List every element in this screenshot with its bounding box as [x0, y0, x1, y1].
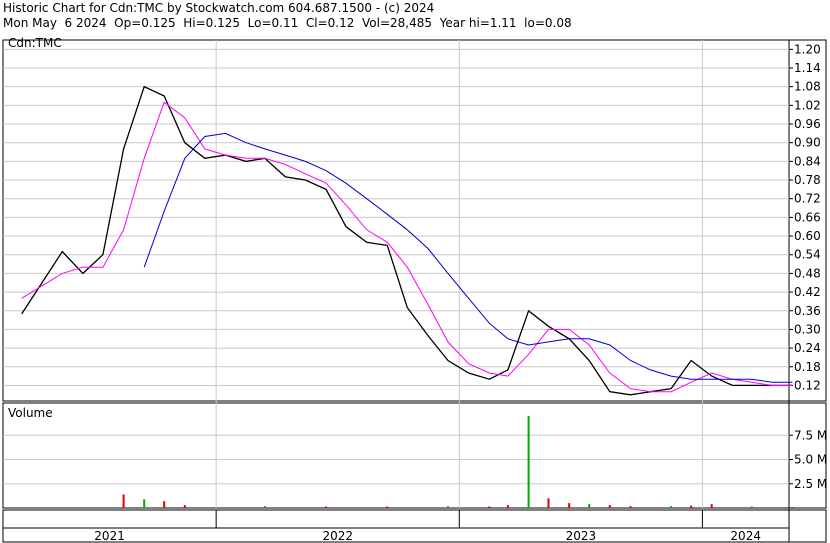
price-tick-label: 0.48 [794, 266, 821, 280]
price-tick-label: 0.78 [794, 173, 821, 187]
volume-bar [750, 506, 753, 508]
volume-bar [122, 494, 125, 508]
volume-bar [386, 506, 389, 508]
volume-bar [527, 415, 530, 508]
volume-bar [629, 506, 632, 508]
price-tick-label: 1.14 [794, 61, 821, 75]
price-tick-label: 0.12 [794, 378, 821, 392]
price-tick-label: 0.18 [794, 360, 821, 374]
volume-bar [670, 506, 673, 508]
stock-chart: 1.20 1.14 1.08 1.02 0.96 0.90 0.84 0.78 0.72 0.66… [2, 36, 827, 543]
price-tick-label: 0.66 [794, 210, 821, 224]
volume-bar [447, 506, 449, 508]
price-tick-label: 1.20 [794, 42, 821, 56]
volume-tick-label: 5.0 M [794, 453, 827, 467]
price-tick-label: 0.36 [794, 304, 821, 318]
volume-bar [608, 505, 611, 508]
price-tick-label: 0.84 [794, 154, 821, 168]
volume-bar [183, 505, 186, 508]
volume-bar [163, 501, 166, 508]
price-tick-label: 0.30 [794, 322, 821, 336]
price-tick-label: 0.42 [794, 285, 821, 299]
volume-bars [122, 415, 794, 508]
volume-bar [588, 504, 591, 508]
volume-bar [690, 505, 693, 508]
volume-bar [263, 506, 266, 508]
axis-labels: 1.20 1.14 1.08 1.02 0.96 0.90 0.84 0.78 0.72 0.66… [8, 36, 827, 543]
x-tick-label: 2021 [94, 529, 125, 543]
price-tick-label: 0.96 [794, 117, 821, 131]
price-panel-label: Cdn:TMC [8, 36, 62, 50]
x-tick-label: 2023 [566, 529, 597, 543]
x-tick-label: 2022 [322, 529, 353, 543]
volume-bar [568, 503, 571, 508]
volume-panel-label: Volume [8, 406, 53, 420]
volume-tick-label: 2.5 M [794, 477, 827, 491]
long-moving-average-line [143, 132, 793, 383]
price-tick-label: 0.54 [794, 248, 821, 262]
volume-bar [710, 504, 713, 508]
volume-bar [506, 505, 509, 508]
volume-bar [791, 507, 794, 508]
volume-bar [547, 498, 550, 508]
volume-bar [488, 506, 491, 508]
volume-bar [143, 499, 146, 508]
volume-bar [325, 506, 328, 508]
price-tick-label: 1.08 [794, 80, 821, 94]
price-tick-label: 0.24 [794, 341, 821, 355]
x-tick-label: 2024 [730, 529, 761, 543]
price-tick-label: 0.72 [794, 192, 821, 206]
price-tick-label: 0.60 [794, 229, 821, 243]
volume-tick-label: 7.5 M [794, 428, 827, 442]
price-tick-label: 1.02 [794, 98, 821, 112]
price-tick-label: 0.90 [794, 136, 821, 150]
